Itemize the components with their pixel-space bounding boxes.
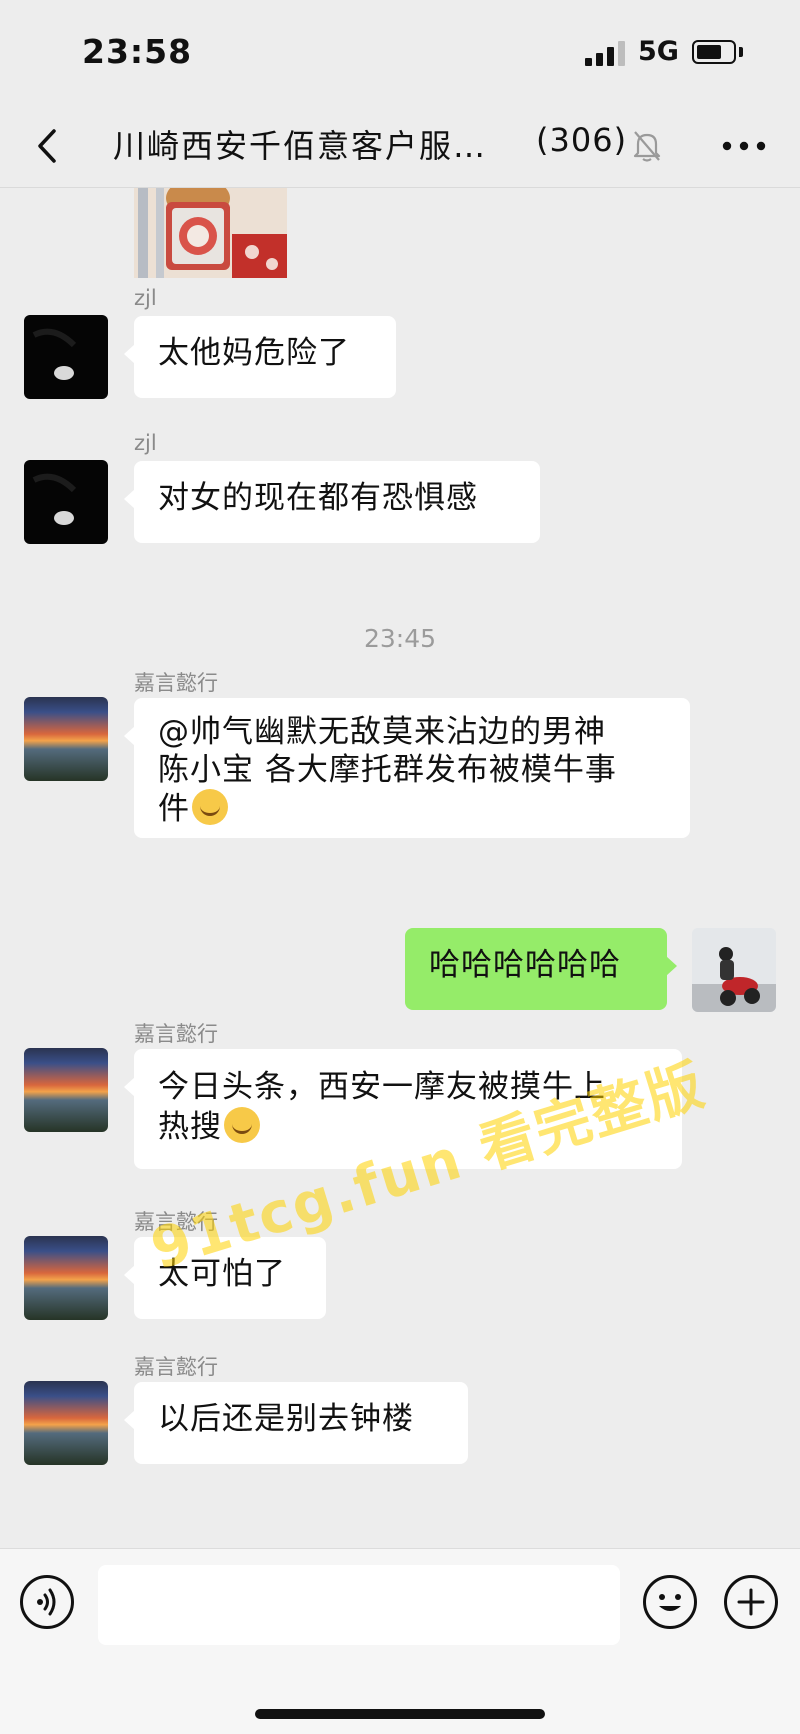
- voice-wave-icon: [37, 1588, 56, 1616]
- avatar[interactable]: [24, 460, 108, 544]
- message-input[interactable]: [98, 1565, 620, 1645]
- network-label: 5G: [638, 36, 679, 67]
- sender-name: zjl: [134, 286, 157, 310]
- image-message[interactable]: [134, 188, 287, 278]
- message-line: 件: [158, 791, 190, 827]
- message-bubble[interactable]: 太他妈危险了: [124, 316, 396, 398]
- mute-bell-icon: [633, 131, 661, 162]
- member-count: (306): [536, 121, 628, 159]
- add-more-button[interactable]: [724, 1575, 778, 1629]
- avatar[interactable]: [24, 1048, 108, 1132]
- message-text: 以后还是别去钟楼: [158, 1401, 414, 1437]
- sender-name: 嘉言懿行: [134, 1355, 218, 1379]
- message-bubble[interactable]: @帅气幽默无敌莫来沾边的男神 陈小宝 各大摩托群发布被模牛事 件: [124, 698, 690, 838]
- signal-icon: [585, 40, 627, 66]
- message-line-with-emoji: 件: [158, 789, 666, 828]
- back-arrow-icon[interactable]: [30, 125, 66, 167]
- message-text: 对女的现在都有恐惧感: [158, 480, 478, 516]
- avatar[interactable]: [24, 1381, 108, 1465]
- plus-icon: [737, 1588, 765, 1616]
- smiley-icon: [659, 1594, 681, 1611]
- my-message-bubble[interactable]: 哈哈哈哈哈哈: [405, 928, 677, 1010]
- emoji-button[interactable]: [643, 1575, 697, 1629]
- chat-title: 川崎西安千佰意客户服…: [113, 127, 488, 165]
- message-line: @帅气幽默无敌莫来沾边的男神: [158, 714, 606, 750]
- tears-of-joy-emoji-icon: [192, 789, 228, 825]
- message-input-bar: [0, 1548, 800, 1734]
- my-avatar[interactable]: [692, 928, 776, 1012]
- sender-name: 嘉言懿行: [134, 1022, 218, 1046]
- chat-timestamp: 23:45: [363, 624, 437, 653]
- status-bar: 23:58 5G: [0, 0, 800, 105]
- chat-header: 川崎西安千佰意客户服… (306): [0, 105, 800, 188]
- avatar[interactable]: [24, 1236, 108, 1320]
- more-options-icon[interactable]: [722, 141, 766, 151]
- avatar[interactable]: [24, 697, 108, 781]
- message-line: 陈小宝 各大摩托群发布被模牛事: [158, 752, 617, 788]
- battery-tip: [739, 47, 743, 57]
- message-line: 热搜: [158, 1109, 222, 1145]
- home-indicator[interactable]: [255, 1709, 545, 1719]
- status-time: 23:58: [82, 32, 193, 71]
- message-text: 太他妈危险了: [158, 335, 350, 371]
- chat-message-list[interactable]: zjl 太他妈危险了 zjl 对女的现在都有恐惧感 23:45 嘉言懿行 @帅气…: [0, 188, 800, 1548]
- voice-input-button[interactable]: [20, 1575, 74, 1629]
- battery-icon: [692, 40, 736, 64]
- message-bubble[interactable]: 以后还是别去钟楼: [124, 1382, 468, 1464]
- message-bubble[interactable]: 对女的现在都有恐惧感: [124, 461, 540, 543]
- sender-name: zjl: [134, 431, 157, 455]
- sticker-image: [134, 188, 287, 278]
- avatar[interactable]: [24, 315, 108, 399]
- sender-name: 嘉言懿行: [134, 671, 218, 695]
- message-text: 哈哈哈哈哈哈: [429, 947, 621, 983]
- grinning-emoji-icon: [224, 1107, 260, 1143]
